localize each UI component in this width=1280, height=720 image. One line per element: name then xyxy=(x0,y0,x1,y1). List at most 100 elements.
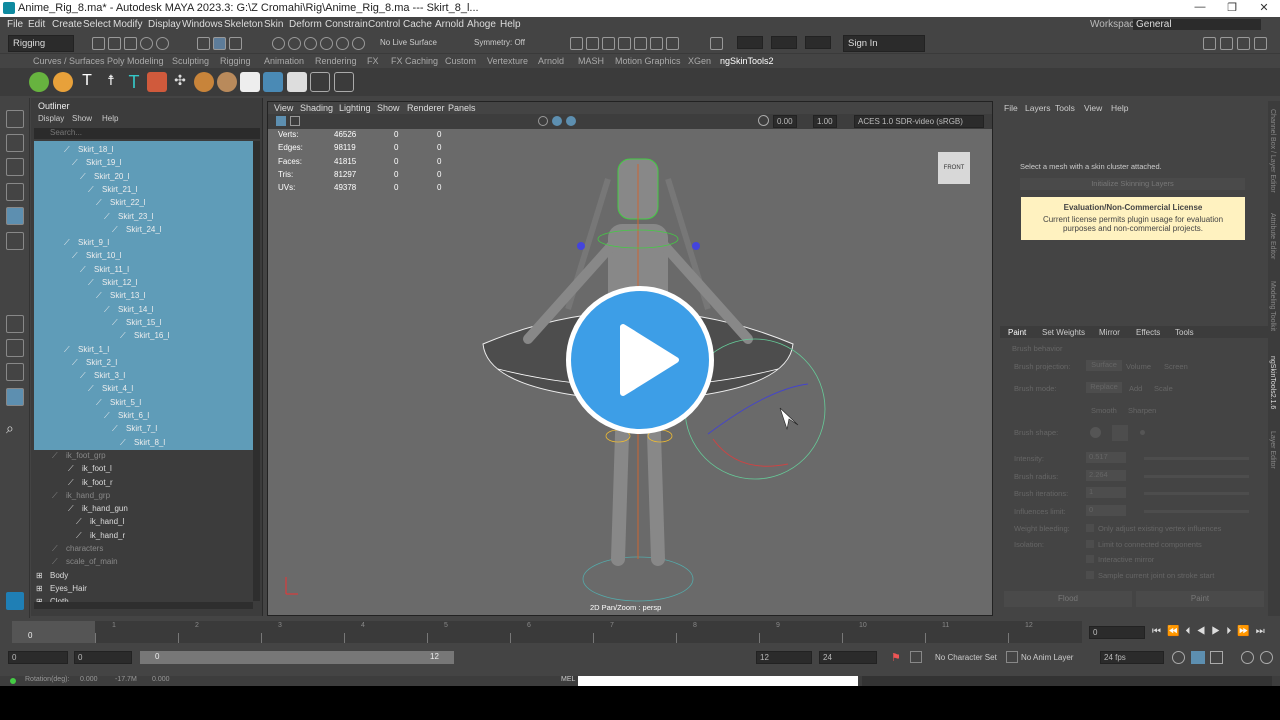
menu-skeleton[interactable]: Skeleton xyxy=(224,19,263,30)
outliner-item[interactable]: ⟋ Skirt_8_l xyxy=(34,436,253,449)
snap-grid-icon[interactable] xyxy=(272,37,285,50)
step-back-key-icon[interactable]: ⏪ xyxy=(1167,626,1185,637)
viewport-menu-panels[interactable]: Panels xyxy=(448,103,476,113)
mode-smooth[interactable]: Smooth xyxy=(1091,406,1117,415)
shelf-tab-rigging[interactable]: Rigging xyxy=(220,56,251,66)
outliner-item[interactable]: ⊞ Eyes_Hair xyxy=(34,582,253,595)
ngskin-green-icon[interactable] xyxy=(29,72,49,92)
close-button[interactable]: ✕ xyxy=(1254,1,1274,14)
playback-end-field[interactable]: 12 xyxy=(756,651,812,664)
side-tab-channel-box[interactable]: Channel Box / Layer Editor xyxy=(1269,109,1276,193)
shelf-tab-vertexture[interactable]: Vertexture xyxy=(487,56,528,66)
play-back-icon[interactable]: ◀ xyxy=(1196,626,1211,637)
outliner-item[interactable]: ⟋ ik_hand_grp xyxy=(34,489,253,502)
outliner-item[interactable]: ⟋ Skirt_16_l xyxy=(34,329,253,342)
outliner-item[interactable]: ⟋ Skirt_20_l xyxy=(34,170,253,183)
render-settings-icon[interactable] xyxy=(618,37,631,50)
menu-control[interactable]: Control xyxy=(368,19,400,30)
search-icon[interactable]: ⌕ xyxy=(6,420,24,438)
copy-weights-icon[interactable] xyxy=(194,72,214,92)
camera-attr-icon[interactable] xyxy=(290,116,300,126)
shelf-tab-xgen[interactable]: XGen xyxy=(688,56,711,66)
grid-tool-2-icon[interactable] xyxy=(334,72,354,92)
shelf-tab-ngskintools[interactable]: ngSkinTools2 xyxy=(720,56,774,66)
mel-label[interactable]: MEL xyxy=(561,676,575,683)
viewport-menu-renderer[interactable]: Renderer xyxy=(407,103,445,113)
outliner-item[interactable]: ⟋ Skirt_5_l xyxy=(34,396,253,409)
checkbox[interactable] xyxy=(1086,524,1094,532)
menu-select[interactable]: Select xyxy=(83,19,111,30)
save-scene-icon[interactable] xyxy=(124,37,137,50)
outliner-item[interactable]: ⟋ Skirt_9_l xyxy=(34,236,253,249)
outliner-item[interactable]: ⟋ Skirt_2_l xyxy=(34,356,253,369)
bind-skin-icon[interactable] xyxy=(147,72,167,92)
menu-constrain[interactable]: Constrain xyxy=(325,19,368,30)
outliner-menu-display[interactable]: Display xyxy=(38,114,64,123)
shelf-tab-motion-graphics[interactable]: Motion Graphics xyxy=(615,56,681,66)
shelf-tab-arnold[interactable]: Arnold xyxy=(538,56,564,66)
play-forward-icon[interactable]: ▶ xyxy=(1211,626,1226,637)
projection-volume[interactable]: Volume xyxy=(1126,362,1151,371)
outliner-item[interactable]: ⟋ Skirt_21_l xyxy=(34,183,253,196)
render-view-icon[interactable] xyxy=(570,37,583,50)
anim-layer-icon[interactable] xyxy=(1006,651,1018,663)
character-set-label[interactable]: No Character Set xyxy=(935,653,997,662)
ng-menu-help[interactable]: Help xyxy=(1111,103,1128,113)
ngskin-orange-icon[interactable] xyxy=(53,72,73,92)
menu-cache[interactable]: Cache xyxy=(403,19,432,30)
lasso-tool-icon[interactable] xyxy=(6,134,24,152)
mode-sharpen[interactable]: Sharpen xyxy=(1128,406,1156,415)
timeline-track[interactable] xyxy=(12,621,1082,643)
x-field[interactable] xyxy=(737,36,763,49)
select-object-icon[interactable] xyxy=(213,37,226,50)
ng-menu-file[interactable]: File xyxy=(1004,103,1018,113)
ngskin-layers-icon[interactable] xyxy=(263,72,283,92)
textured-icon[interactable] xyxy=(566,116,576,126)
outliner-item[interactable]: ⟋ ik_foot_r xyxy=(34,476,253,489)
mode-select[interactable]: Rigging xyxy=(8,35,74,52)
initialize-layers-button[interactable]: Initialize Skinning Layers xyxy=(1020,178,1245,190)
projection-screen[interactable]: Screen xyxy=(1164,362,1188,371)
new-scene-icon[interactable] xyxy=(92,37,105,50)
sign-in-button[interactable]: Sign In xyxy=(843,35,925,52)
ngskin-paint-icon[interactable] xyxy=(287,72,307,92)
ipr-render-icon[interactable] xyxy=(602,37,615,50)
y-field[interactable] xyxy=(771,36,797,49)
select-tool-icon[interactable] xyxy=(6,110,24,128)
light-editor-icon[interactable] xyxy=(666,37,679,50)
menu-modify[interactable]: Modify xyxy=(113,19,142,30)
snap-surface-icon[interactable] xyxy=(336,37,349,50)
menu-edit[interactable]: Edit xyxy=(28,19,45,30)
playback-start-field[interactable]: 0 xyxy=(74,651,132,664)
flood-button[interactable]: Flood xyxy=(1004,591,1132,607)
tab-tools[interactable]: Tools xyxy=(1175,328,1194,337)
projection-surface[interactable]: Surface xyxy=(1086,360,1122,371)
live-surface-label[interactable]: No Live Surface xyxy=(380,38,437,47)
loop-icon[interactable] xyxy=(1172,651,1185,664)
outliner-item[interactable]: ⟋ scale_of_main xyxy=(34,555,253,568)
ng-menu-layers[interactable]: Layers xyxy=(1025,103,1051,113)
paint-select-icon[interactable] xyxy=(6,158,24,176)
shelf-tab-poly[interactable]: Poly Modeling xyxy=(107,56,164,66)
outliner-item[interactable]: ⟋ Skirt_24_l xyxy=(34,223,253,236)
outliner-item[interactable]: ⟋ ik_hand_r xyxy=(34,529,253,542)
sound-icon[interactable] xyxy=(1210,651,1223,664)
brush-setting-field[interactable]: 0.517 xyxy=(1086,452,1126,463)
step-back-icon[interactable]: ⏴ xyxy=(1185,626,1196,637)
side-tab-layer-editor[interactable]: Layer Editor xyxy=(1269,431,1276,469)
auto-key-icon[interactable]: ⚑ xyxy=(891,651,901,664)
tab-set-weights[interactable]: Set Weights xyxy=(1042,328,1085,337)
menu-create[interactable]: Create xyxy=(52,19,82,30)
anim-prefs-icon[interactable] xyxy=(1241,651,1254,664)
ik-handle-icon[interactable]: T xyxy=(124,72,144,92)
outliner-item[interactable]: ⟋ Skirt_3_l xyxy=(34,369,253,382)
outliner-hscrollbar[interactable] xyxy=(34,602,253,609)
cache-toggle-icon[interactable] xyxy=(1191,651,1205,664)
checkbox[interactable] xyxy=(1086,570,1094,579)
outliner-item[interactable]: ⊞ Body xyxy=(34,569,253,582)
ng-menu-view[interactable]: View xyxy=(1084,103,1102,113)
expand-icon[interactable]: ⊞ xyxy=(36,582,43,595)
go-to-end-icon[interactable]: ⏭ xyxy=(1256,626,1271,637)
viewport-menu-show[interactable]: Show xyxy=(377,103,400,113)
menu-arnold[interactable]: Arnold xyxy=(435,19,464,30)
